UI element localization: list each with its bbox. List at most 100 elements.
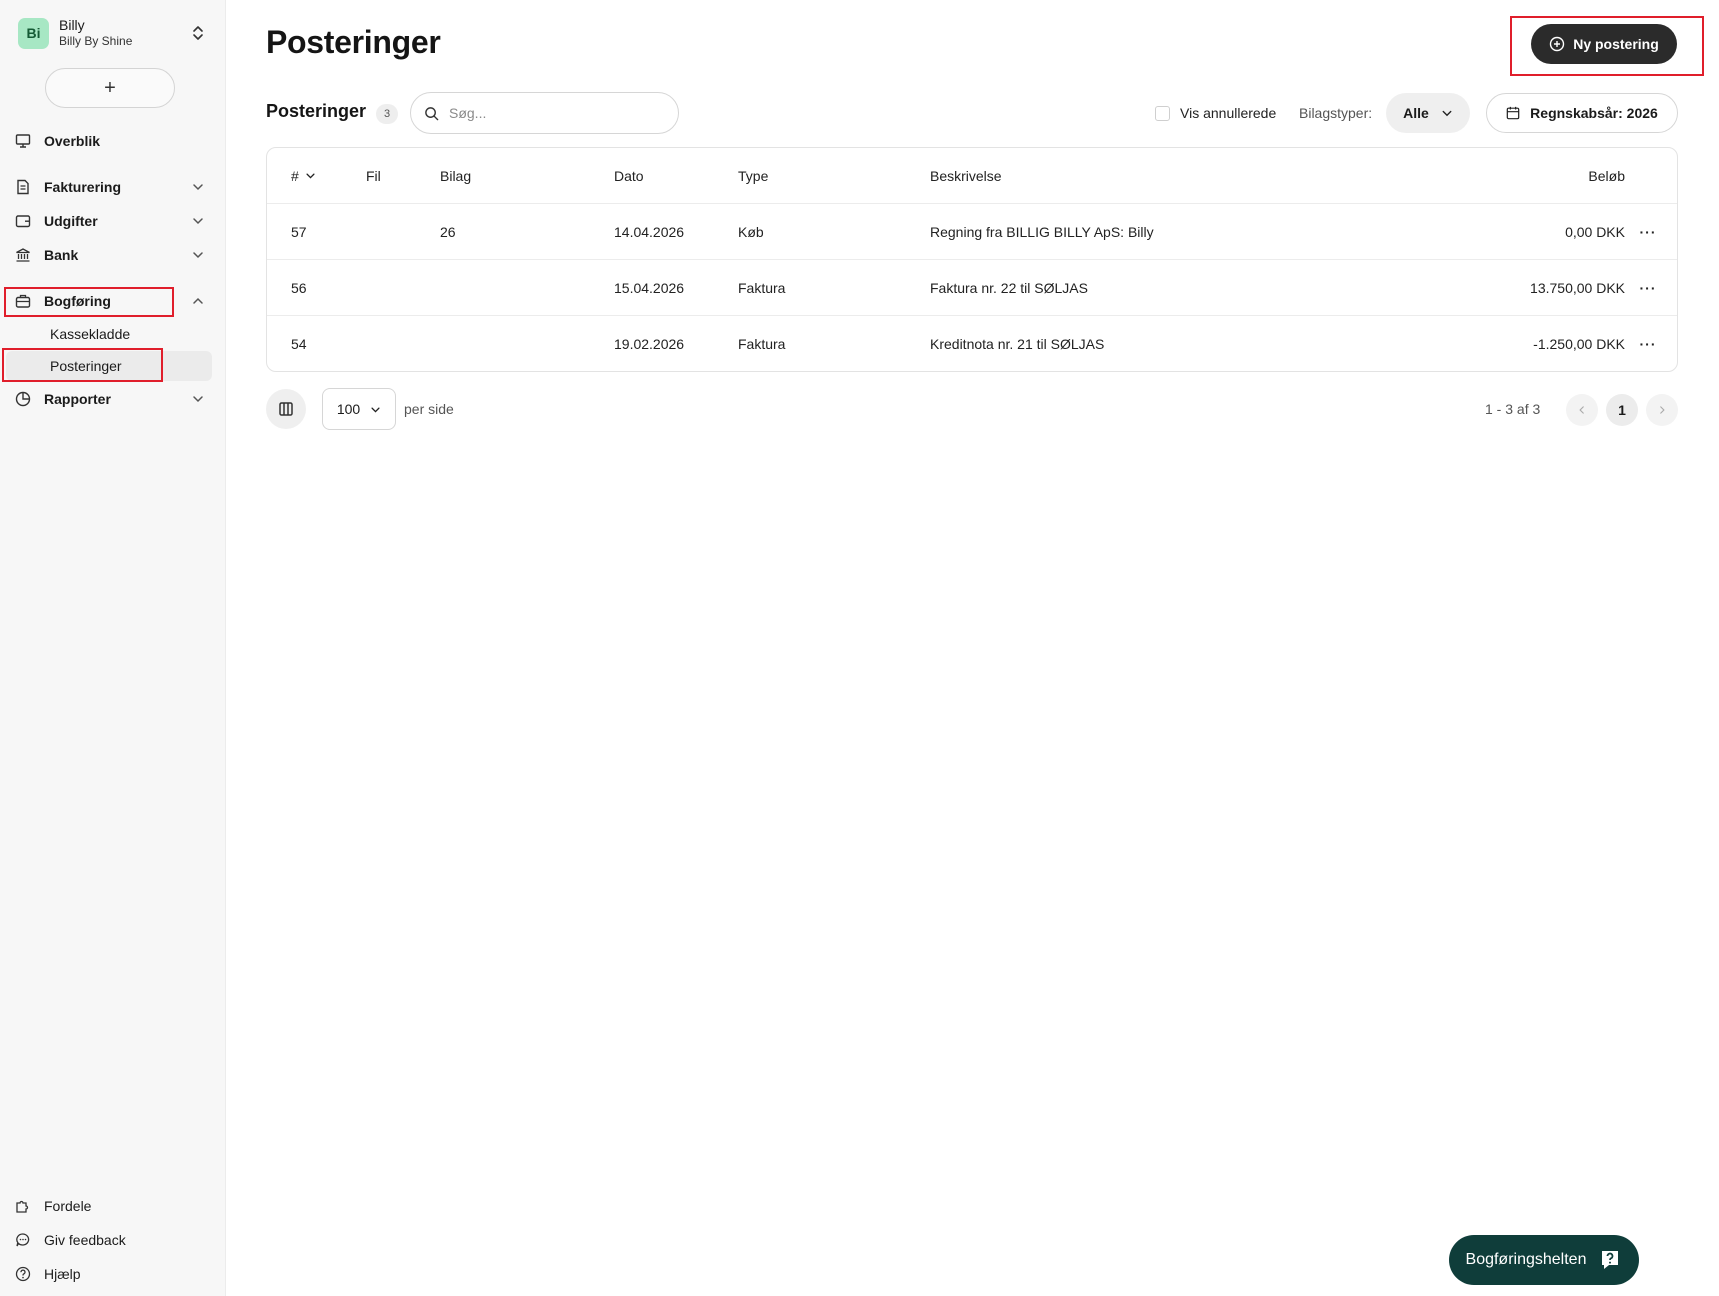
row-more-icon[interactable]: ··· [1639, 316, 1657, 371]
per-side-label: per side [404, 401, 454, 417]
sidebar-item-rapporter[interactable]: Rapporter [6, 384, 212, 414]
show-cancelled-toggle[interactable]: Vis annullerede [1155, 105, 1276, 121]
org-text: Billy Billy By Shine [59, 17, 188, 49]
search-input[interactable] [449, 105, 669, 121]
cell-type: Faktura [738, 335, 786, 352]
page-1-button[interactable]: 1 [1606, 394, 1638, 426]
header-number-label: # [291, 167, 299, 184]
chevron-down-icon [193, 252, 203, 259]
header-type: Type [738, 167, 769, 184]
cell-belob: -1.250,00 DKK [1533, 335, 1625, 352]
sidebar-item-label: Fakturering [44, 179, 122, 195]
org-name: Billy [59, 17, 85, 33]
document-icon [14, 178, 32, 196]
sidebar-item-label: Rapporter [44, 391, 111, 407]
new-posting-button[interactable]: Ny postering [1531, 24, 1677, 64]
show-cancelled-label: Vis annullerede [1180, 105, 1277, 121]
add-button[interactable]: + [45, 68, 175, 108]
help-icon [14, 1265, 32, 1283]
new-posting-label: Ny postering [1573, 36, 1659, 52]
sidebar-item-label: Overblik [44, 133, 101, 149]
sidebar: Bi Billy Billy By Shine + Overblik Faktu… [0, 0, 226, 1296]
voucher-types-value: Alle [1403, 105, 1429, 121]
sidebar-item-label: Hjælp [44, 1266, 81, 1282]
table-row[interactable]: 56 15.04.2026 Faktura Faktura nr. 22 til… [267, 259, 1677, 315]
sidebar-item-udgifter[interactable]: Udgifter [6, 206, 212, 236]
voucher-types-label: Bilagstyper: [1299, 105, 1373, 121]
header-fil: Fil [366, 167, 381, 184]
header-dato: Dato [614, 167, 644, 184]
row-more-icon[interactable]: ··· [1639, 204, 1657, 259]
cell-type: Køb [738, 223, 764, 240]
cell-beskrivelse: Faktura nr. 22 til SØLJAS [930, 279, 1088, 296]
sidebar-item-giv-feedback[interactable]: Giv feedback [6, 1225, 212, 1255]
table-title: Posteringer [266, 101, 367, 121]
cell-number: 56 [291, 279, 307, 296]
puzzle-icon [14, 1197, 32, 1215]
help-widget-label: Bogføringshelten [1465, 1251, 1587, 1268]
calendar-icon [1506, 106, 1520, 120]
postings-table: # Fil Bilag Dato Type Beskrivelse Beløb … [266, 147, 1678, 372]
header-number[interactable]: # [291, 148, 316, 203]
sidebar-item-overblik[interactable]: Overblik [6, 126, 212, 156]
page-title: Posteringer [266, 24, 441, 60]
cell-number: 54 [291, 335, 307, 352]
chevron-down-icon [193, 218, 203, 225]
search-icon [425, 106, 439, 120]
chevron-down-icon [371, 407, 380, 412]
cell-belob: 13.750,00 DKK [1530, 279, 1625, 296]
bank-icon [14, 246, 32, 264]
voucher-types-dropdown[interactable]: Alle [1386, 93, 1470, 133]
next-page-button[interactable] [1646, 394, 1678, 426]
sidebar-item-label: Giv feedback [44, 1232, 126, 1248]
sidebar-item-hjaelp[interactable]: Hjælp [6, 1259, 212, 1289]
table-row[interactable]: 57 26 14.04.2026 Køb Regning fra BILLIG … [267, 203, 1677, 259]
sidebar-item-label: Bogføring [44, 293, 111, 309]
cell-number: 57 [291, 223, 307, 240]
cell-type: Faktura [738, 279, 786, 296]
sidebar-item-fordele[interactable]: Fordele [6, 1191, 212, 1221]
fiscal-year-label: Regnskabsår: 2026 [1530, 105, 1658, 121]
wallet-icon [14, 212, 32, 230]
chevron-left-icon [1579, 406, 1584, 414]
count-badge: 3 [376, 104, 398, 124]
help-widget-button[interactable]: Bogføringshelten [1449, 1235, 1639, 1285]
prev-page-button[interactable] [1566, 394, 1598, 426]
sidebar-subitem-kassekladde[interactable]: Kassekladde [6, 319, 212, 349]
cell-dato: 14.04.2026 [614, 223, 685, 240]
per-page-dropdown[interactable]: 100 [322, 388, 396, 430]
organization-switcher[interactable]: Bi Billy Billy By Shine [18, 15, 208, 51]
table-row[interactable]: 54 19.02.2026 Faktura Kreditnota nr. 21 … [267, 315, 1677, 371]
org-subtitle: Billy By Shine [59, 34, 133, 48]
column-settings-button[interactable] [266, 389, 306, 429]
pagination-range: 1 - 3 af 3 [1485, 401, 1541, 417]
briefcase-icon [14, 292, 32, 310]
search-box[interactable] [410, 92, 679, 134]
cell-dato: 19.02.2026 [614, 335, 685, 352]
sidebar-item-label: Fordele [44, 1198, 92, 1214]
cell-dato: 15.04.2026 [614, 279, 685, 296]
cell-beskrivelse: Kreditnota nr. 21 til SØLJAS [930, 335, 1105, 352]
per-page-value: 100 [336, 401, 361, 417]
chevron-up-down-icon[interactable] [188, 21, 208, 45]
columns-icon [279, 402, 293, 416]
sidebar-subitem-posteringer[interactable]: Posteringer [6, 351, 212, 381]
header-belob: Beløb [1588, 167, 1625, 184]
chevron-down-icon [193, 184, 203, 191]
sidebar-item-bogforing[interactable]: Bogføring [6, 286, 212, 316]
show-cancelled-checkbox[interactable] [1155, 105, 1170, 121]
sidebar-item-bank[interactable]: Bank [6, 240, 212, 270]
chevron-down-icon [193, 396, 203, 403]
header-bilag: Bilag [440, 167, 472, 184]
monitor-icon [14, 132, 32, 150]
fiscal-year-button[interactable]: Regnskabsår: 2026 [1486, 93, 1678, 133]
table-header-row: # Fil Bilag Dato Type Beskrivelse Beløb [267, 148, 1677, 203]
chevron-down-icon [1442, 110, 1452, 117]
pie-chart-icon [14, 390, 32, 408]
row-more-icon[interactable]: ··· [1639, 260, 1657, 315]
chevron-up-icon [193, 297, 203, 304]
sidebar-item-fakturering[interactable]: Fakturering [6, 172, 212, 202]
org-avatar: Bi [18, 17, 49, 49]
cell-beskrivelse: Regning fra BILLIG BILLY ApS: Billy [930, 223, 1154, 240]
chat-icon [14, 1231, 32, 1249]
